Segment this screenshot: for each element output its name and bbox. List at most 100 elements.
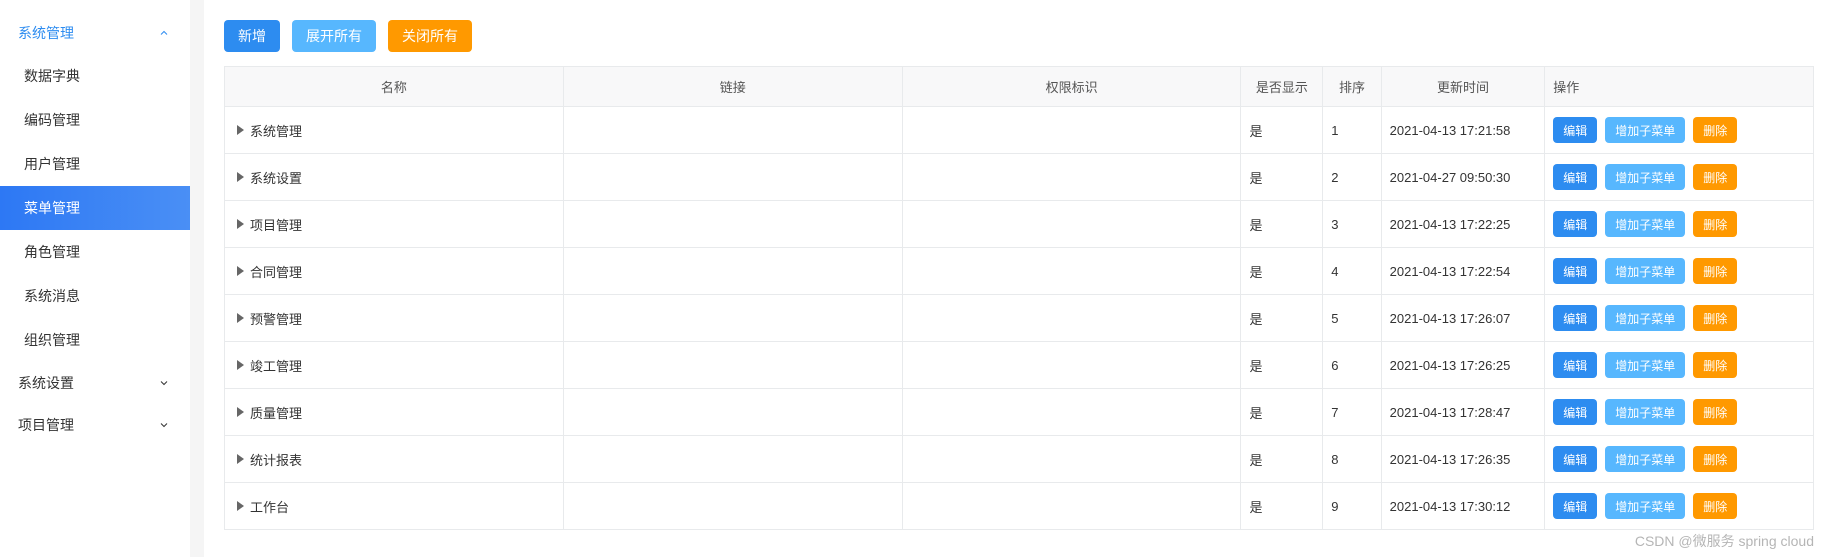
tree-expand-icon[interactable]	[237, 407, 244, 417]
cell-ops: 编辑增加子菜单删除	[1545, 248, 1814, 295]
edit-button[interactable]: 编辑	[1553, 352, 1597, 378]
table-body: 系统管理是12021-04-13 17:21:58编辑增加子菜单删除系统设置是2…	[225, 107, 1814, 530]
sidebar-item[interactable]: 角色管理	[0, 230, 190, 274]
cell-perm	[902, 107, 1241, 154]
sidebar-group[interactable]: 系统设置	[0, 362, 190, 404]
delete-button[interactable]: 删除	[1693, 352, 1737, 378]
edit-button[interactable]: 编辑	[1553, 399, 1597, 425]
main-content: 新增 展开所有 关闭所有 名称 链接 权限标识 是否显示 排序 更新时间 操作 …	[204, 0, 1834, 557]
edit-button[interactable]: 编辑	[1553, 305, 1597, 331]
delete-button[interactable]: 删除	[1693, 117, 1737, 143]
cell-show: 是	[1241, 295, 1323, 342]
cell-perm	[902, 483, 1241, 530]
delete-button[interactable]: 删除	[1693, 258, 1737, 284]
cell-name: 质量管理	[225, 389, 564, 436]
tree-expand-icon[interactable]	[237, 172, 244, 182]
edit-button[interactable]: 编辑	[1553, 493, 1597, 519]
cell-sort: 9	[1323, 483, 1381, 530]
cell-name: 合同管理	[225, 248, 564, 295]
collapse-all-button[interactable]: 关闭所有	[388, 20, 472, 52]
add-submenu-button[interactable]: 增加子菜单	[1605, 446, 1685, 472]
cell-sort: 8	[1323, 436, 1381, 483]
cell-name-text: 合同管理	[250, 262, 302, 281]
delete-button[interactable]: 删除	[1693, 164, 1737, 190]
cell-perm	[902, 342, 1241, 389]
chevron-down-icon	[156, 377, 172, 389]
cell-sort: 7	[1323, 389, 1381, 436]
sidebar-item[interactable]: 用户管理	[0, 142, 190, 186]
sidebar-item-label: 编码管理	[24, 110, 80, 130]
sidebar-item-label: 系统消息	[24, 286, 80, 306]
cell-link	[563, 107, 902, 154]
cell-name: 统计报表	[225, 436, 564, 483]
add-submenu-button[interactable]: 增加子菜单	[1605, 352, 1685, 378]
sidebar-item[interactable]: 系统消息	[0, 274, 190, 318]
cell-name-text: 质量管理	[250, 403, 302, 422]
cell-link	[563, 436, 902, 483]
cell-perm	[902, 154, 1241, 201]
table-row: 系统管理是12021-04-13 17:21:58编辑增加子菜单删除	[225, 107, 1814, 154]
sidebar-item[interactable]: 菜单管理	[0, 186, 190, 230]
cell-name: 预警管理	[225, 295, 564, 342]
cell-sort: 2	[1323, 154, 1381, 201]
cell-link	[563, 483, 902, 530]
cell-ops: 编辑增加子菜单删除	[1545, 342, 1814, 389]
cell-sort: 3	[1323, 201, 1381, 248]
add-submenu-button[interactable]: 增加子菜单	[1605, 493, 1685, 519]
cell-link	[563, 389, 902, 436]
tree-expand-icon[interactable]	[237, 360, 244, 370]
cell-time: 2021-04-13 17:26:35	[1381, 436, 1545, 483]
add-submenu-button[interactable]: 增加子菜单	[1605, 211, 1685, 237]
col-sort: 排序	[1323, 67, 1381, 107]
cell-ops: 编辑增加子菜单删除	[1545, 295, 1814, 342]
cell-sort: 6	[1323, 342, 1381, 389]
edit-button[interactable]: 编辑	[1553, 164, 1597, 190]
col-ops: 操作	[1545, 67, 1814, 107]
cell-link	[563, 201, 902, 248]
cell-name: 工作台	[225, 483, 564, 530]
delete-button[interactable]: 删除	[1693, 211, 1737, 237]
add-submenu-button[interactable]: 增加子菜单	[1605, 305, 1685, 331]
add-button[interactable]: 新增	[224, 20, 280, 52]
add-submenu-button[interactable]: 增加子菜单	[1605, 399, 1685, 425]
sidebar-item[interactable]: 编码管理	[0, 98, 190, 142]
cell-ops: 编辑增加子菜单删除	[1545, 154, 1814, 201]
tree-expand-icon[interactable]	[237, 266, 244, 276]
edit-button[interactable]: 编辑	[1553, 117, 1597, 143]
tree-expand-icon[interactable]	[237, 219, 244, 229]
table-row: 工作台是92021-04-13 17:30:12编辑增加子菜单删除	[225, 483, 1814, 530]
cell-perm	[902, 436, 1241, 483]
sidebar-group[interactable]: 项目管理	[0, 404, 190, 446]
cell-show: 是	[1241, 389, 1323, 436]
menu-table: 名称 链接 权限标识 是否显示 排序 更新时间 操作 系统管理是12021-04…	[224, 66, 1814, 530]
cell-ops: 编辑增加子菜单删除	[1545, 201, 1814, 248]
expand-all-button[interactable]: 展开所有	[292, 20, 376, 52]
sidebar-group[interactable]: 系统管理	[0, 12, 190, 54]
add-submenu-button[interactable]: 增加子菜单	[1605, 258, 1685, 284]
edit-button[interactable]: 编辑	[1553, 446, 1597, 472]
sidebar-item[interactable]: 数据字典	[0, 54, 190, 98]
table-header-row: 名称 链接 权限标识 是否显示 排序 更新时间 操作	[225, 67, 1814, 107]
sidebar-group-label: 系统设置	[18, 373, 74, 393]
sidebar-item-label: 用户管理	[24, 154, 80, 174]
cell-link	[563, 154, 902, 201]
cell-link	[563, 295, 902, 342]
delete-button[interactable]: 删除	[1693, 399, 1737, 425]
delete-button[interactable]: 删除	[1693, 446, 1737, 472]
table-row: 系统设置是22021-04-27 09:50:30编辑增加子菜单删除	[225, 154, 1814, 201]
tree-expand-icon[interactable]	[237, 501, 244, 511]
cell-sort: 4	[1323, 248, 1381, 295]
toolbar: 新增 展开所有 关闭所有	[224, 20, 1814, 52]
add-submenu-button[interactable]: 增加子菜单	[1605, 164, 1685, 190]
sidebar-item[interactable]: 组织管理	[0, 318, 190, 362]
tree-expand-icon[interactable]	[237, 125, 244, 135]
tree-expand-icon[interactable]	[237, 313, 244, 323]
tree-expand-icon[interactable]	[237, 454, 244, 464]
cell-perm	[902, 201, 1241, 248]
add-submenu-button[interactable]: 增加子菜单	[1605, 117, 1685, 143]
edit-button[interactable]: 编辑	[1553, 211, 1597, 237]
delete-button[interactable]: 删除	[1693, 305, 1737, 331]
edit-button[interactable]: 编辑	[1553, 258, 1597, 284]
cell-name-text: 预警管理	[250, 309, 302, 328]
delete-button[interactable]: 删除	[1693, 493, 1737, 519]
